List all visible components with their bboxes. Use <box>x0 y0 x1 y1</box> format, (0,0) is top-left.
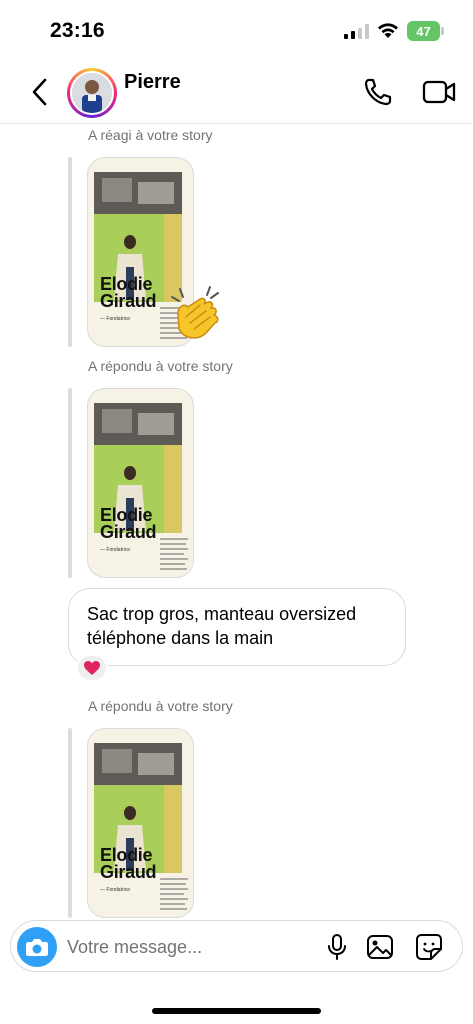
sticker-icon <box>416 934 442 960</box>
status-time: 23:16 <box>50 19 105 42</box>
microphone-button[interactable] <box>323 933 351 961</box>
clap-icon <box>171 286 219 339</box>
avatar <box>70 71 114 115</box>
story-title-line2: Giraud <box>100 862 157 882</box>
story-title-line2: Giraud <box>100 522 157 542</box>
reply-bar <box>68 388 72 578</box>
story-title: Elodie Giraud <box>100 275 157 311</box>
message-bubble[interactable]: Sac trop gros, manteau oversized télépho… <box>68 588 406 666</box>
story-subtitle: — Fondatrice <box>100 547 131 553</box>
battery-level: 47 <box>416 23 431 39</box>
avatar-photo <box>72 73 112 113</box>
gallery-button[interactable] <box>366 933 394 961</box>
microphone-icon <box>328 934 346 960</box>
story-title-line2: Giraud <box>100 291 157 311</box>
story-text-scribble <box>160 878 188 910</box>
message-meta: A répondu à votre story <box>88 358 233 374</box>
message-meta: A répondu à votre story <box>88 698 233 714</box>
reply-bar <box>68 728 72 918</box>
battery-nub <box>441 27 444 35</box>
message-composer <box>10 920 463 972</box>
video-camera-icon <box>422 80 456 104</box>
clap-reaction: 👏 <box>166 283 226 343</box>
cellular-signal-icon <box>344 24 369 39</box>
story-preview[interactable]: Elodie Giraud — Fondatrice <box>87 728 194 918</box>
chat-header: Pierre <box>0 60 473 124</box>
call-button[interactable] <box>360 74 396 110</box>
phone-icon <box>364 78 392 106</box>
camera-button[interactable] <box>17 927 57 967</box>
camera-icon <box>26 939 48 956</box>
contact-name[interactable]: Pierre <box>124 71 181 94</box>
status-bar: 23:16 47 <box>0 0 473 60</box>
battery-indicator: 47 <box>407 21 440 41</box>
story-subtitle: — Fondatrice <box>100 887 131 893</box>
story-preview[interactable]: Elodie Giraud — Fondatrice <box>87 388 194 578</box>
message-text-line2: téléphone dans la main <box>87 628 274 648</box>
video-call-button[interactable] <box>420 74 458 110</box>
story-subtitle: — Fondatrice <box>100 316 131 322</box>
home-indicator <box>152 1008 321 1014</box>
story-text-scribble <box>160 538 188 570</box>
heart-reaction[interactable]: ❤️ <box>76 654 108 682</box>
clap-emoji: 👏 <box>166 283 167 284</box>
back-button[interactable] <box>22 74 58 110</box>
reply-bar <box>68 157 72 347</box>
sticker-button[interactable] <box>415 933 443 961</box>
avatar-story-ring[interactable] <box>67 68 117 118</box>
message-text-line1: Sac trop gros, manteau oversized <box>87 604 357 624</box>
message-input[interactable] <box>67 931 307 963</box>
back-chevron-icon <box>32 78 47 106</box>
gallery-icon <box>367 935 393 959</box>
wifi-icon <box>378 23 398 38</box>
story-title: Elodie Giraud <box>100 506 157 542</box>
reaction-emoji: ❤️ <box>91 668 92 669</box>
story-title: Elodie Giraud <box>100 846 157 882</box>
message-meta: A réagi à votre story <box>88 127 213 143</box>
